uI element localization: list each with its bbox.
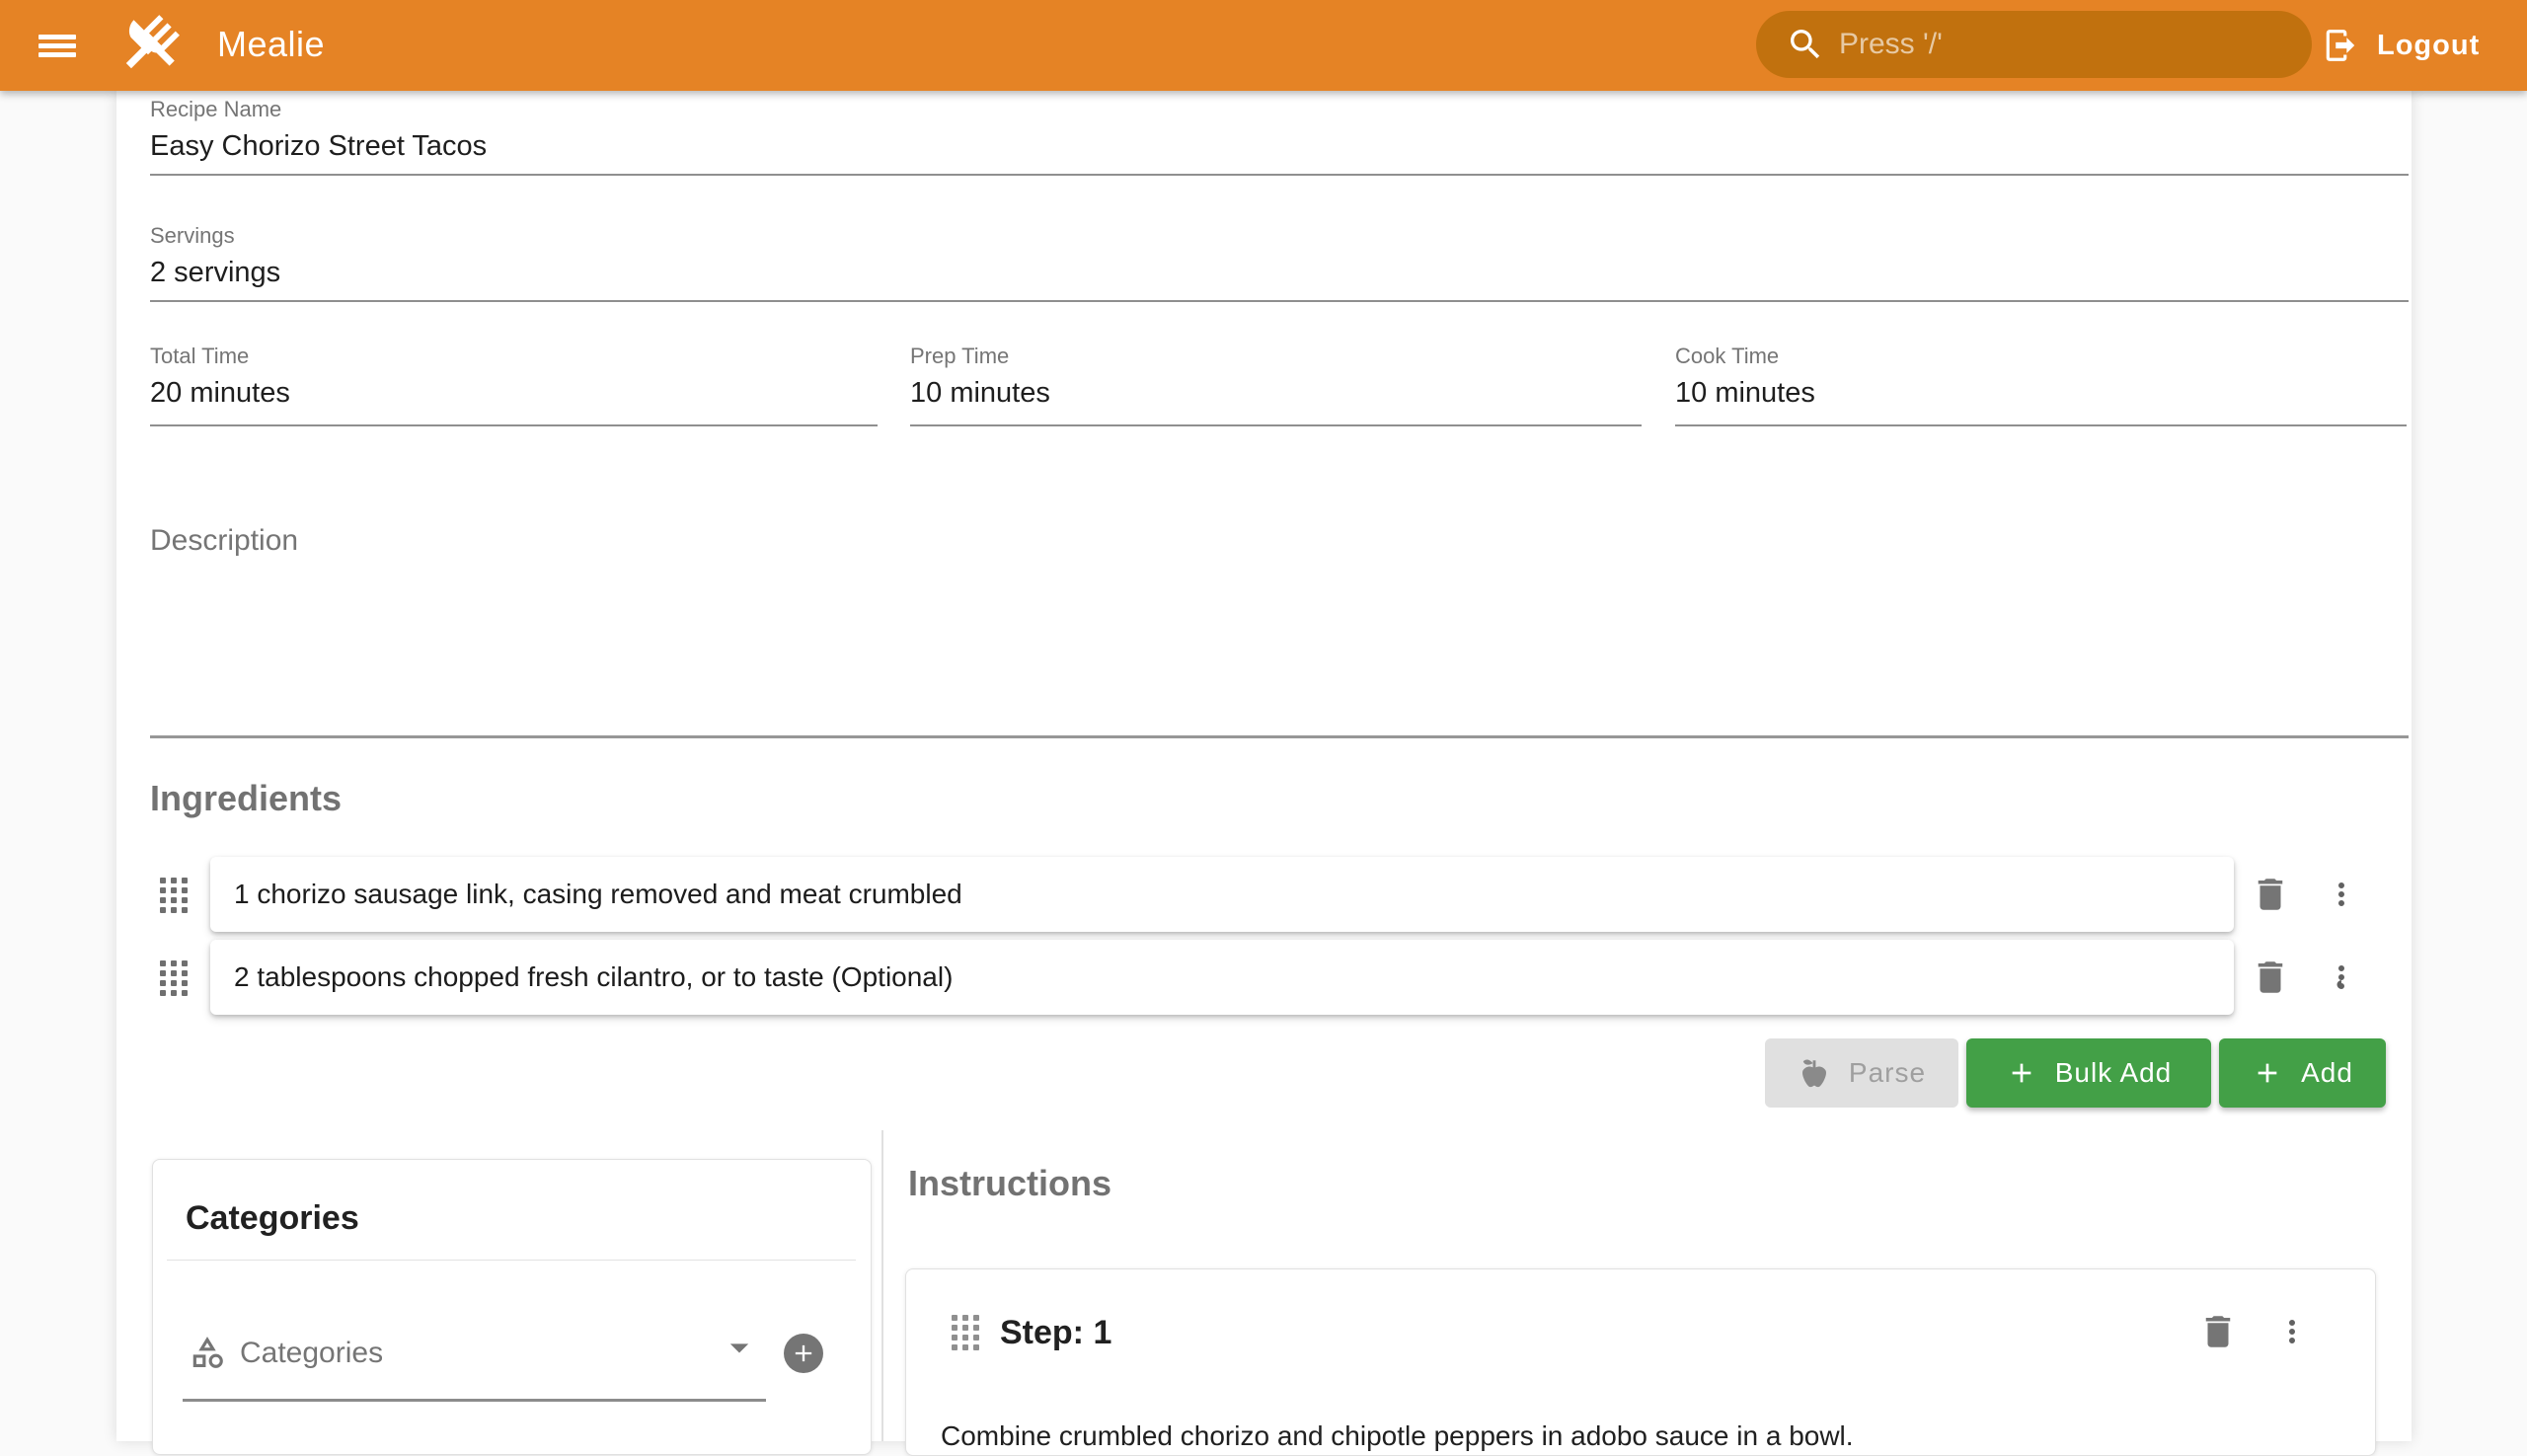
- search-box[interactable]: [1756, 11, 2312, 78]
- column-divider: [881, 1130, 883, 1441]
- card-divider: [167, 1260, 856, 1261]
- menu-icon: [38, 35, 76, 39]
- menu-button[interactable]: [28, 20, 87, 71]
- ingredient-row: [150, 940, 2371, 1015]
- drag-handle-icon[interactable]: [952, 1315, 979, 1350]
- trash-icon: [2197, 1311, 2239, 1352]
- delete-ingredient-button[interactable]: [2249, 873, 2292, 916]
- recipe-name-input[interactable]: [150, 130, 2409, 163]
- prep-time-field: Prep Time: [910, 344, 1642, 426]
- step-card: Step: 1 Combine crumbled chorizo and chi…: [905, 1268, 2376, 1456]
- ingredient-menu-button[interactable]: [2324, 876, 2359, 913]
- select-underline: [183, 1399, 766, 1402]
- logout-icon: [2322, 27, 2359, 64]
- servings-field: Servings: [150, 223, 2409, 302]
- logout-label: Logout: [2377, 30, 2480, 62]
- servings-input[interactable]: [150, 257, 2409, 289]
- drag-handle-icon[interactable]: [160, 878, 188, 913]
- ingredient-row: [150, 857, 2371, 932]
- parse-label: Parse: [1849, 1057, 1926, 1089]
- cook-time-input[interactable]: [1675, 377, 2407, 410]
- instructions-heading: Instructions: [908, 1163, 1111, 1204]
- plus-icon: [2006, 1057, 2037, 1089]
- categories-select[interactable]: Categories: [240, 1337, 383, 1370]
- servings-label: Servings: [150, 223, 2409, 249]
- ingredient-menu-button[interactable]: [2324, 958, 2359, 996]
- app-bar: Mealie Logout: [0, 0, 2527, 91]
- cook-time-field: Cook Time: [1675, 344, 2407, 426]
- recipe-name-field: Recipe Name: [150, 97, 2409, 176]
- prep-time-input[interactable]: [910, 377, 1642, 410]
- ingredient-input[interactable]: [210, 940, 2234, 1015]
- total-time-field: Total Time: [150, 344, 878, 426]
- search-icon: [1786, 25, 1825, 64]
- categories-card-title: Categories: [186, 1199, 359, 1238]
- add-ingredient-button[interactable]: Add: [2219, 1038, 2386, 1108]
- ingredients-heading: Ingredients: [150, 778, 342, 819]
- chevron-down-icon[interactable]: [718, 1326, 761, 1374]
- app-title[interactable]: Mealie: [217, 24, 325, 65]
- step-text-input[interactable]: Combine crumbled chorizo and chipotle pe…: [941, 1417, 2323, 1456]
- description-label: Description: [150, 515, 2409, 559]
- bulk-add-button[interactable]: Bulk Add: [1966, 1038, 2211, 1108]
- total-time-label: Total Time: [150, 344, 878, 369]
- dots-vertical-icon: [2274, 1314, 2310, 1349]
- prep-time-label: Prep Time: [910, 344, 1642, 369]
- dots-vertical-icon: [2324, 958, 2359, 996]
- recipe-name-label: Recipe Name: [150, 97, 2409, 122]
- cook-time-label: Cook Time: [1675, 344, 2407, 369]
- step-menu-button[interactable]: [2274, 1313, 2310, 1350]
- trash-icon: [2250, 874, 2291, 915]
- total-time-input[interactable]: [150, 377, 878, 410]
- apple-icon: [1798, 1056, 1831, 1090]
- shapes-icon: [189, 1334, 226, 1376]
- add-label: Add: [2301, 1057, 2353, 1089]
- categories-card: Categories Categories: [152, 1159, 872, 1455]
- search-input[interactable]: [1839, 28, 2254, 61]
- delete-step-button[interactable]: [2196, 1310, 2240, 1353]
- logout-button[interactable]: Logout: [2322, 21, 2480, 70]
- delete-ingredient-button[interactable]: [2249, 956, 2292, 999]
- drag-handle-icon[interactable]: [160, 960, 188, 996]
- mealie-logo-icon: [113, 11, 186, 80]
- trash-icon: [2250, 957, 2291, 998]
- description-textarea[interactable]: Description: [150, 515, 2409, 738]
- step-title: Step: 1: [1000, 1313, 1111, 1352]
- plus-icon: [790, 1340, 817, 1367]
- bulk-add-label: Bulk Add: [2055, 1057, 2173, 1089]
- ingredient-input[interactable]: [210, 857, 2234, 932]
- dots-vertical-icon: [2324, 876, 2359, 913]
- parse-button[interactable]: Parse: [1765, 1038, 1958, 1108]
- create-category-button[interactable]: [784, 1334, 823, 1373]
- plus-icon: [2252, 1057, 2283, 1089]
